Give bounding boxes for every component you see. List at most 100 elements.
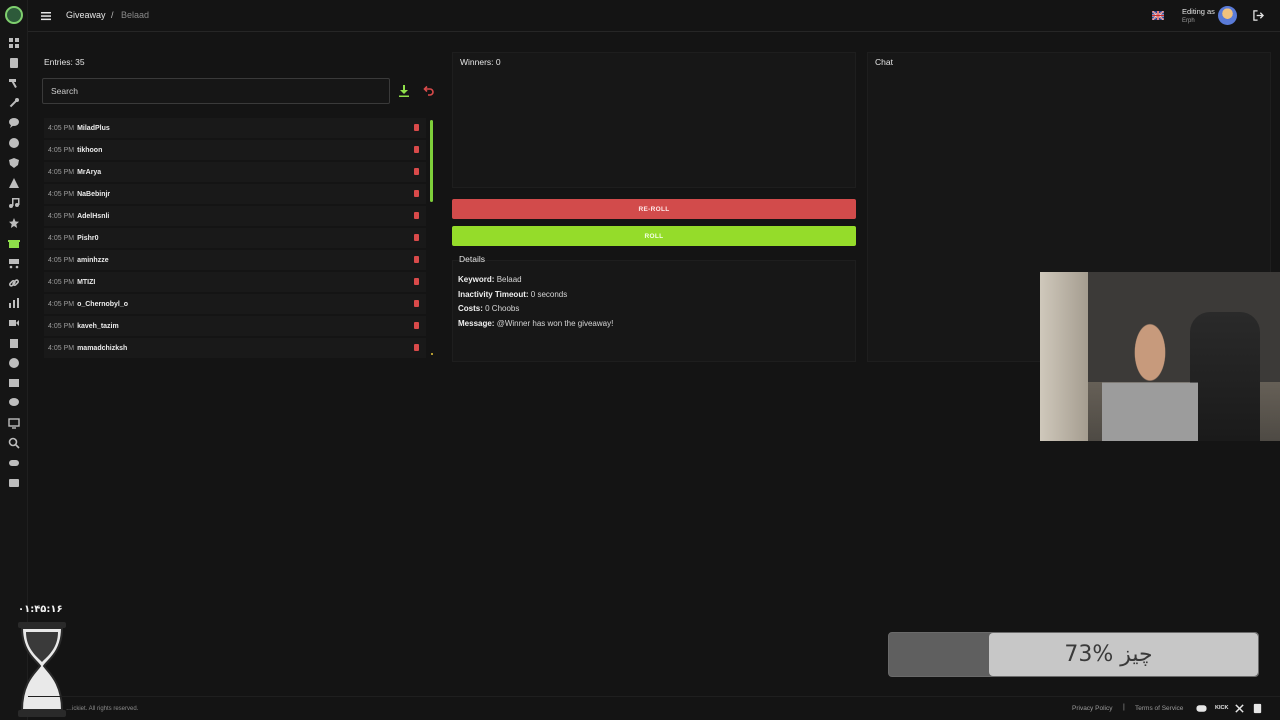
trash-icon[interactable] <box>414 190 419 197</box>
entry-name: AdelHsnli <box>77 212 110 220</box>
webcam-chair <box>1190 312 1260 441</box>
hammer-icon[interactable] <box>8 77 20 89</box>
reroll-button[interactable]: RE-ROLL <box>452 199 856 219</box>
uk-flag-icon[interactable] <box>1152 11 1164 20</box>
search-icon[interactable] <box>8 437 20 449</box>
list-item[interactable]: 4:05 PM kaveh_tazim <box>44 316 426 336</box>
document-icon[interactable] <box>1252 703 1263 714</box>
link-icon[interactable] <box>8 277 20 289</box>
breadcrumb-giveaway[interactable]: Giveaway <box>66 10 106 20</box>
editing-as-label: Editing as <box>1182 7 1215 16</box>
x-twitter-icon[interactable] <box>1234 703 1245 714</box>
avatar[interactable] <box>1218 6 1237 25</box>
costs-label: Costs: <box>458 304 483 313</box>
list-item[interactable]: 4:05 PM MTIZI <box>44 272 426 292</box>
list-item[interactable]: 4:05 PM AdelHsnli <box>44 206 426 226</box>
keyword-value: Belaad <box>496 275 522 284</box>
costs-value: 0 Choobs <box>485 304 520 313</box>
entry-time: 4:05 PM <box>48 146 75 154</box>
undo-icon[interactable] <box>422 85 434 97</box>
list-icon[interactable] <box>8 477 20 489</box>
gift-icon[interactable] <box>8 237 20 249</box>
trash-icon[interactable] <box>414 212 419 219</box>
wrench-icon[interactable] <box>8 97 20 109</box>
entry-name: o_Chernobyl_o <box>77 300 129 308</box>
warning-icon[interactable] <box>8 177 20 189</box>
privacy-policy-link[interactable]: Privacy Policy <box>1072 705 1112 712</box>
list-item[interactable]: 4:05 PM NaBebinjr <box>44 184 426 204</box>
message-value: @Winner has won the giveaway! <box>496 319 614 328</box>
menu-toggle-icon[interactable] <box>40 10 52 22</box>
list-item[interactable]: 4:05 PM Pishr0 <box>44 228 426 248</box>
kick-link[interactable]: KICK <box>1215 705 1228 711</box>
list-item[interactable]: 4:05 PM tikhoon <box>44 140 426 160</box>
entry-name: Pishr0 <box>77 234 99 242</box>
logout-icon[interactable] <box>1253 10 1264 21</box>
detail-message: Message: @Winner has won the giveaway! <box>458 319 613 328</box>
roll-button[interactable]: ROLL <box>452 226 856 246</box>
smile-icon[interactable] <box>8 357 20 369</box>
inactivity-value: 0 seconds <box>530 290 568 299</box>
clock-icon[interactable] <box>8 137 20 149</box>
footer: …ickiet. All rights reserved. Privacy Po… <box>28 696 1280 720</box>
entry-list-scrollbar[interactable] <box>430 120 433 202</box>
details-heading: Details <box>459 254 485 264</box>
detail-costs: Costs: 0 Choobs <box>458 304 519 313</box>
breadcrumb-separator: / <box>111 10 114 20</box>
entry-name: kaveh_tazim <box>77 322 119 330</box>
list-item[interactable]: 4:05 PM aminhzze <box>44 250 426 270</box>
dashboard-icon[interactable] <box>8 37 20 49</box>
chat-heading: Chat <box>875 57 893 67</box>
entry-name: NaBebinjr <box>77 190 111 198</box>
trash-icon[interactable] <box>414 124 419 131</box>
keyword-label: Keyword: <box>458 275 495 284</box>
entry-time: 4:05 PM <box>48 256 75 264</box>
breadcrumb-current: Belaad <box>121 10 150 20</box>
music-icon[interactable] <box>8 197 20 209</box>
entry-name: tikhoon <box>77 146 103 154</box>
star-icon[interactable] <box>8 217 20 229</box>
winners-panel <box>452 52 856 188</box>
list-item[interactable]: 4:05 PM mamadchizksh <box>44 338 426 358</box>
trash-icon[interactable] <box>414 300 419 307</box>
shield-icon[interactable] <box>8 157 20 169</box>
clipboard-icon[interactable] <box>8 337 20 349</box>
entries-count: Entries: 35 <box>44 57 85 67</box>
discord-icon[interactable] <box>1196 703 1207 714</box>
entry-name: MrArya <box>77 168 102 176</box>
list-item[interactable]: 4:05 PM MiladPlus <box>44 118 426 138</box>
logo-icon[interactable] <box>5 6 23 24</box>
trash-icon[interactable] <box>414 234 419 241</box>
trash-icon[interactable] <box>414 322 419 329</box>
inactivity-label: Inactivity Timeout: <box>458 290 529 299</box>
trash-icon[interactable] <box>414 256 419 263</box>
comment-icon[interactable] <box>8 397 20 409</box>
stream-timer: ۰۱:۴۵:۱۶ <box>18 604 63 615</box>
entry-time: 4:05 PM <box>48 190 75 198</box>
detail-inactivity: Inactivity Timeout: 0 seconds <box>458 290 567 299</box>
cart-icon[interactable] <box>8 257 20 269</box>
list-item[interactable]: 4:05 PM MrArya <box>44 162 426 182</box>
entry-name: MiladPlus <box>77 124 110 132</box>
video-icon[interactable] <box>8 317 20 329</box>
editing-user-name: Erph <box>1182 18 1195 24</box>
search-input[interactable] <box>42 78 390 104</box>
chart-icon[interactable] <box>8 297 20 309</box>
list-item[interactable]: 4:05 PM o_Chernobyl_o <box>44 294 426 314</box>
trash-icon[interactable] <box>414 344 419 351</box>
entry-time: 4:05 PM <box>48 212 75 220</box>
entry-time: 4:05 PM <box>48 168 75 176</box>
progress-label: 73% چیز <box>1064 642 1153 667</box>
film-icon[interactable] <box>8 377 20 389</box>
monitor-icon[interactable] <box>8 417 20 429</box>
entry-time: 4:05 PM <box>48 300 75 308</box>
chat-bubble-icon[interactable] <box>8 117 20 129</box>
message-label: Message: <box>458 319 495 328</box>
trash-icon[interactable] <box>414 146 419 153</box>
trash-icon[interactable] <box>414 278 419 285</box>
download-icon[interactable] <box>399 85 409 97</box>
discord-icon[interactable] <box>8 457 20 469</box>
trash-icon[interactable] <box>414 168 419 175</box>
document-icon[interactable] <box>8 57 20 69</box>
terms-of-service-link[interactable]: Terms of Service <box>1135 705 1183 712</box>
